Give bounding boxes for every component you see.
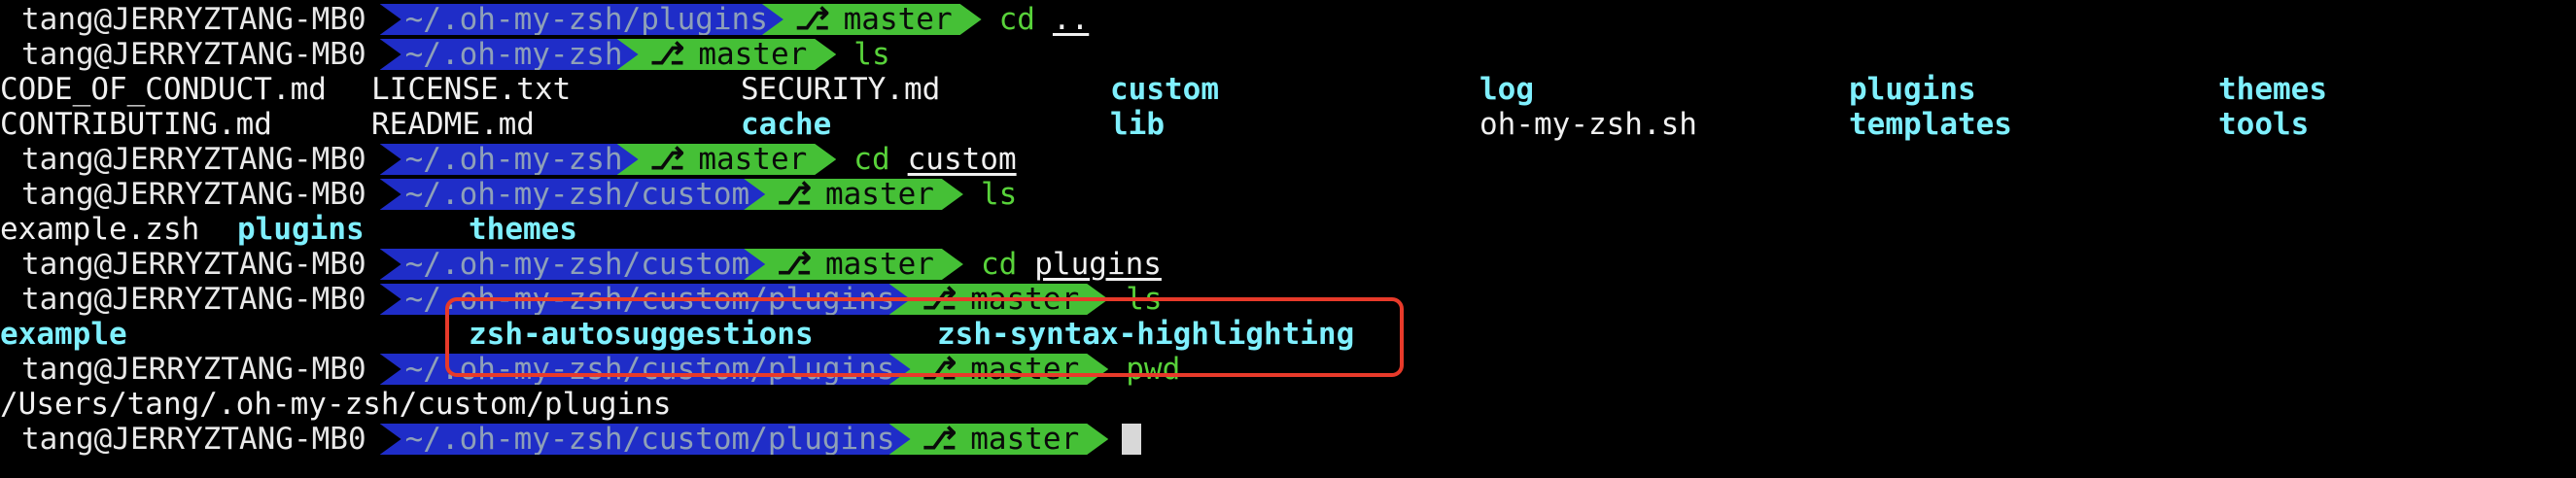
prompt-user-host: tang@JERRYZTANG-MB0 [21, 422, 366, 457]
prompt: tang@JERRYZTANG-MB0 ~/.oh-my-zsh ⎇ maste… [0, 37, 890, 72]
prompt-line: tang@JERRYZTANG-MB0 ~/.oh-my-zsh/custom … [0, 177, 1017, 212]
prompt-git-segment: ⎇ master [889, 424, 1109, 455]
terminal-cursor[interactable] [1122, 424, 1142, 455]
terminal-window[interactable]: tang@JERRYZTANG-MB0 ~/.oh-my-zsh/plugins… [0, 0, 2576, 478]
ls-directory: tools [2218, 107, 2310, 142]
prompt-git-segment: ⎇ master [744, 179, 963, 210]
prompt: tang@JERRYZTANG-MB0 ~/.oh-my-zsh/custom/… [0, 352, 1180, 387]
prompt: tang@JERRYZTANG-MB0 ~/.oh-my-zsh/custom … [0, 177, 1017, 212]
command-argument: plugins [1034, 247, 1162, 282]
git-branch-name: master [970, 352, 1080, 387]
command-text: cd [980, 247, 1018, 282]
prompt-path-segment: ~/.oh-my-zsh/custom [380, 179, 770, 210]
ls-file: CODE_OF_CONDUCT.md [0, 72, 327, 107]
prompt-path-segment: ~/.oh-my-zsh [380, 39, 643, 70]
git-branch-icon: ⎇ [649, 142, 685, 177]
prompt: tang@JERRYZTANG-MB0 ~/.oh-my-zsh ⎇ maste… [0, 142, 1017, 177]
ls-directory: plugins [237, 212, 365, 247]
git-branch-name: master [698, 37, 808, 72]
ls-file: oh-my-zsh.sh [1479, 107, 1697, 142]
prompt-line: tang@JERRYZTANG-MB0 ~/.oh-my-zsh/plugins… [0, 2, 1089, 37]
git-branch-icon: ⎇ [777, 177, 812, 212]
prompt: tang@JERRYZTANG-MB0 ~/.oh-my-zsh/custom … [0, 247, 1162, 282]
ls-file: example.zsh [0, 212, 200, 247]
prompt-git-segment: ⎇ master [744, 249, 963, 280]
git-branch-icon: ⎇ [922, 352, 957, 387]
prompt: tang@JERRYZTANG-MB0 ~/.oh-my-zsh/plugins… [0, 2, 1089, 37]
prompt-path-segment: ~/.oh-my-zsh/plugins [380, 4, 787, 35]
git-branch-icon: ⎇ [777, 247, 812, 282]
prompt-user-host: tang@JERRYZTANG-MB0 [21, 142, 366, 177]
prompt-user-host: tang@JERRYZTANG-MB0 [21, 177, 366, 212]
prompt-user-host: tang@JERRYZTANG-MB0 [21, 282, 366, 317]
prompt-git-segment: ⎇ master [617, 39, 837, 70]
prompt-path-segment: ~/.oh-my-zsh/custom/plugins [380, 354, 915, 385]
prompt-user-host: tang@JERRYZTANG-MB0 [21, 247, 366, 282]
prompt-path-segment: ~/.oh-my-zsh/custom/plugins [380, 284, 915, 315]
command-text: cd [998, 2, 1035, 37]
command-argument: .. [1052, 2, 1090, 37]
ls-directory: cache [741, 107, 832, 142]
ls-directory: log [1479, 72, 1534, 107]
git-branch-name: master [970, 422, 1080, 457]
prompt-line: tang@JERRYZTANG-MB0 ~/.oh-my-zsh ⎇ maste… [0, 37, 890, 72]
prompt-line: tang@JERRYZTANG-MB0 ~/.oh-my-zsh/custom … [0, 247, 1162, 282]
prompt-git-segment: ⎇ master [762, 4, 982, 35]
ls-output-row: CONTRIBUTING.md README.md cache lib oh-m… [0, 107, 2576, 142]
command-text: ls [980, 177, 1018, 212]
git-branch-name: master [843, 2, 953, 37]
prompt-line: tang@JERRYZTANG-MB0 ~/.oh-my-zsh/custom/… [0, 282, 1163, 317]
ls-directory: plugins [1849, 72, 1976, 107]
ls-file: CONTRIBUTING.md [0, 107, 272, 142]
ls-file: SECURITY.md [741, 72, 941, 107]
ls-directory: custom [1110, 72, 1219, 107]
prompt-path-segment: ~/.oh-my-zsh/custom [380, 249, 770, 280]
ls-output-row: CODE_OF_CONDUCT.md LICENSE.txt SECURITY.… [0, 72, 2576, 107]
prompt-user-host: tang@JERRYZTANG-MB0 [21, 2, 366, 37]
ls-directory: themes [469, 212, 577, 247]
ls-directory: themes [2218, 72, 2327, 107]
git-branch-icon: ⎇ [794, 2, 830, 37]
command-argument: custom [907, 142, 1017, 177]
git-branch-name: master [824, 247, 934, 282]
prompt-user-host: tang@JERRYZTANG-MB0 [21, 37, 366, 72]
git-branch-name: master [824, 177, 934, 212]
pwd-output-text: /Users/tang/.oh-my-zsh/custom/plugins [0, 387, 672, 422]
ls-directory: zsh-autosuggestions [469, 317, 814, 352]
ls-output-row: example zsh-autosuggestions zsh-syntax-h… [0, 317, 1458, 352]
command-text: pwd [1126, 352, 1181, 387]
ls-file: README.md [371, 107, 535, 142]
git-branch-icon: ⎇ [922, 282, 957, 317]
ls-file: LICENSE.txt [371, 72, 572, 107]
git-branch-name: master [698, 142, 808, 177]
prompt-git-segment: ⎇ master [617, 144, 837, 175]
ls-directory: zsh-syntax-highlighting [937, 317, 1355, 352]
prompt-line: tang@JERRYZTANG-MB0 ~/.oh-my-zsh ⎇ maste… [0, 142, 1017, 177]
prompt: tang@JERRYZTANG-MB0 ~/.oh-my-zsh/custom/… [0, 282, 1163, 317]
command-text: ls [1126, 282, 1163, 317]
ls-directory: example [0, 317, 127, 352]
ls-output-row: example.zsh plugins themes [0, 212, 972, 247]
prompt-git-segment: ⎇ master [889, 354, 1109, 385]
ls-directory: templates [1849, 107, 2012, 142]
prompt: tang@JERRYZTANG-MB0 ~/.oh-my-zsh/custom/… [0, 422, 1142, 457]
prompt-path-segment: ~/.oh-my-zsh [380, 144, 643, 175]
prompt-line: tang@JERRYZTANG-MB0 ~/.oh-my-zsh/custom/… [0, 352, 1180, 387]
prompt-user-host: tang@JERRYZTANG-MB0 [21, 352, 366, 387]
command-text: cd [853, 142, 890, 177]
prompt-git-segment: ⎇ master [889, 284, 1109, 315]
git-branch-icon: ⎇ [922, 422, 957, 457]
ls-directory: lib [1110, 107, 1165, 142]
git-branch-name: master [970, 282, 1080, 317]
git-branch-icon: ⎇ [649, 37, 685, 72]
command-text: ls [853, 37, 890, 72]
pwd-output: /Users/tang/.oh-my-zsh/custom/plugins [0, 387, 672, 422]
prompt-path-segment: ~/.oh-my-zsh/custom/plugins [380, 424, 915, 455]
current-prompt-line[interactable]: tang@JERRYZTANG-MB0 ~/.oh-my-zsh/custom/… [0, 422, 1142, 457]
